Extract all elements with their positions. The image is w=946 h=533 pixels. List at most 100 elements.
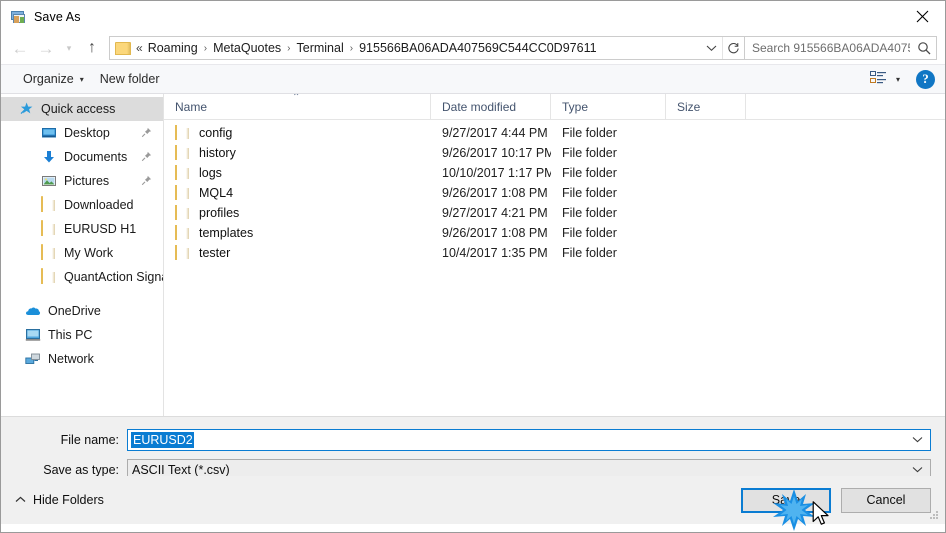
dialog-footer: Hide Folders Save Cancel <box>1 476 945 524</box>
footer-buttons: Save Cancel <box>741 487 931 513</box>
sidebar-item-pictures[interactable]: Pictures <box>1 169 163 193</box>
breadcrumb-item-guid[interactable]: 915566BA06ADA407569C544CC0D97611 <box>356 41 599 55</box>
sidebar-item-label: My Work <box>64 246 114 260</box>
sidebar-item-label: Network <box>48 352 94 366</box>
close-icon[interactable] <box>899 1 945 31</box>
resize-grip[interactable] <box>928 508 940 520</box>
file-name-cell: config <box>164 125 431 141</box>
breadcrumb-separator[interactable]: › <box>201 43 210 54</box>
sidebar-item-quick-access[interactable]: Quick access <box>1 97 163 121</box>
table-row[interactable]: logs 10/10/2017 1:17 PM File folder <box>164 163 945 183</box>
view-mode-button[interactable]: ▾ <box>862 67 908 91</box>
search-input[interactable] <box>745 40 912 56</box>
breadcrumb-item-roaming[interactable]: Roaming <box>145 41 201 55</box>
file-name-cell: tester <box>164 245 431 261</box>
file-name-cell: profiles <box>164 205 431 221</box>
file-name-label: logs <box>199 166 222 180</box>
recent-locations-chevron-icon[interactable]: ▾ <box>59 35 79 61</box>
column-header-type[interactable]: Type <box>551 94 666 120</box>
column-header-filler <box>746 94 945 120</box>
sidebar-item-onedrive[interactable]: OneDrive <box>1 299 163 323</box>
table-row[interactable]: templates 9/26/2017 1:08 PM File folder <box>164 223 945 243</box>
column-header-date-modified[interactable]: Date modified <box>431 94 551 120</box>
breadcrumb-overflow[interactable]: « <box>136 41 145 55</box>
table-row[interactable]: config 9/27/2017 4:44 PM File folder <box>164 123 945 143</box>
chevron-down-icon[interactable] <box>912 465 923 475</box>
table-row[interactable]: tester 10/4/2017 1:35 PM File folder <box>164 243 945 263</box>
folder-icon <box>175 185 191 201</box>
file-name-label: profiles <box>199 206 240 220</box>
file-date-cell: 9/27/2017 4:21 PM <box>442 206 548 220</box>
search-box[interactable] <box>745 36 937 60</box>
sidebar-item-label: Desktop <box>64 126 110 140</box>
sort-ascending-icon: ⌃ <box>292 94 301 103</box>
pin-icon[interactable] <box>141 151 152 162</box>
file-name-label: File name: <box>60 433 119 447</box>
breadcrumb-separator[interactable]: › <box>347 43 356 54</box>
forward-arrow-icon[interactable]: → <box>33 35 59 61</box>
breadcrumb: « Roaming › MetaQuotes › Terminal › 9155… <box>136 41 700 55</box>
folder-icon <box>175 205 191 221</box>
file-name-label: MQL4 <box>199 186 234 200</box>
folder-icon <box>41 196 57 213</box>
desktop-monitor-icon <box>41 125 57 141</box>
sidebar-item-label: This PC <box>48 328 93 342</box>
breadcrumb-item-terminal[interactable]: Terminal <box>294 41 347 55</box>
chevron-down-icon[interactable] <box>700 37 722 59</box>
file-type-cell: File folder <box>562 226 617 240</box>
sidebar-item-my-work[interactable]: My Work <box>1 241 163 265</box>
cancel-button[interactable]: Cancel <box>841 487 931 513</box>
file-name-cell: history <box>164 145 431 161</box>
folder-icon <box>175 225 191 241</box>
file-type-cell: File folder <box>562 126 617 140</box>
save-as-type-value: ASCII Text (*.csv) <box>132 463 230 477</box>
hide-folders-button[interactable]: Hide Folders <box>15 493 104 507</box>
navigation-bar: ← → ▾ ↑ « Roaming › MetaQuotes › Termina… <box>1 32 945 64</box>
sidebar-item-documents[interactable]: Documents <box>1 145 163 169</box>
sidebar-item-label: Quick access <box>41 102 116 116</box>
file-type-cell: File folder <box>562 206 617 220</box>
table-row[interactable]: history 9/26/2017 10:17 PM File folder <box>164 143 945 163</box>
window-title: Save As <box>34 9 81 24</box>
sidebar-item-eurusd-h1[interactable]: EURUSD H1 <box>1 217 163 241</box>
back-arrow-icon[interactable]: ← <box>7 35 33 61</box>
address-bar[interactable]: « Roaming › MetaQuotes › Terminal › 9155… <box>109 36 745 60</box>
sidebar-item-quantaction-signal[interactable]: QuantAction Signal <box>1 265 163 289</box>
sidebar-item-this-pc[interactable]: This PC <box>1 323 163 347</box>
file-list-pane: Name ⌃ Date modified Type Size config 9/… <box>164 94 945 416</box>
this-pc-computer-icon <box>25 327 41 343</box>
pictures-image-icon <box>41 173 57 189</box>
new-folder-button[interactable]: New folder <box>92 68 168 90</box>
chevron-down-icon[interactable] <box>912 435 923 445</box>
up-arrow-icon[interactable]: ↑ <box>79 35 105 61</box>
sidebar-item-label: Documents <box>64 150 128 164</box>
folder-icon <box>175 165 191 181</box>
help-button[interactable]: ? <box>916 69 935 89</box>
folder-icon <box>175 245 191 261</box>
search-icon[interactable] <box>912 41 936 55</box>
file-date-cell: 9/26/2017 1:08 PM <box>442 186 548 200</box>
sidebar-item-downloaded[interactable]: Downloaded <box>1 193 163 217</box>
save-button[interactable]: Save <box>741 487 831 513</box>
file-name-input[interactable]: EURUSD2 <box>127 429 931 451</box>
file-type-cell: File folder <box>562 186 617 200</box>
table-row[interactable]: MQL4 9/26/2017 1:08 PM File folder <box>164 183 945 203</box>
refresh-icon[interactable] <box>722 37 744 59</box>
sidebar-item-network[interactable]: Network <box>1 347 163 371</box>
onedrive-cloud-icon <box>25 303 41 319</box>
pin-icon[interactable] <box>141 127 152 138</box>
column-header-name[interactable]: Name ⌃ <box>164 94 431 120</box>
table-row[interactable]: profiles 9/27/2017 4:21 PM File folder <box>164 203 945 223</box>
column-header-size[interactable]: Size <box>666 94 746 120</box>
sidebar-item-desktop[interactable]: Desktop <box>1 121 163 145</box>
file-type-cell: File folder <box>562 246 617 260</box>
organize-button[interactable]: Organize ▾ <box>15 68 92 90</box>
command-toolbar: Organize ▾ New folder ▾ ? <box>1 64 945 94</box>
folder-icon <box>41 244 57 261</box>
breadcrumb-separator[interactable]: › <box>284 43 293 54</box>
folder-icon <box>115 41 131 55</box>
breadcrumb-item-metaquotes[interactable]: MetaQuotes <box>210 41 284 55</box>
sidebar-item-label: EURUSD H1 <box>64 222 137 236</box>
pin-icon[interactable] <box>141 175 152 186</box>
organize-label: Organize <box>23 72 74 86</box>
